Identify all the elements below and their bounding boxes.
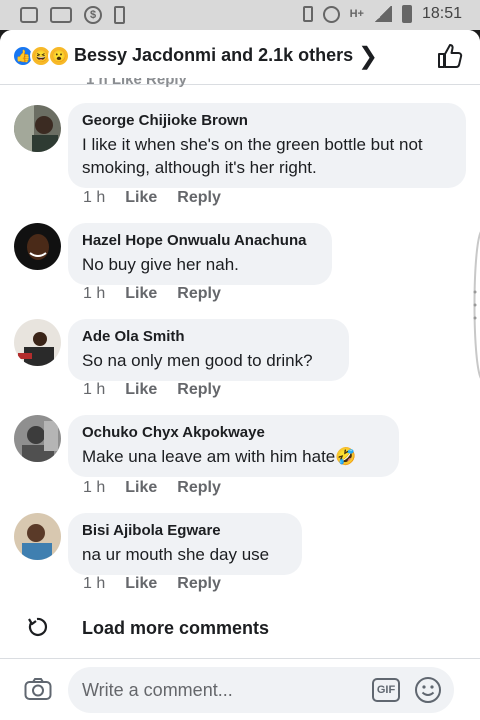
comment-bubble[interactable]: Ade Ola Smith So na only men good to dri…: [68, 319, 349, 381]
like-button[interactable]: Like: [125, 189, 157, 207]
comment-text: So na only men good to drink?: [82, 351, 313, 370]
comment-bubble[interactable]: Bisi Ajibola Egware na ur mouth she day …: [68, 513, 302, 575]
partial-comment-actions: 1 h Like Reply: [86, 78, 187, 88]
comment-composer: GIF: [0, 658, 480, 720]
status-bar: $ H+ 18:51: [0, 0, 480, 30]
comment-author[interactable]: Bisi Ajibola Egware: [82, 522, 288, 539]
avatar[interactable]: [14, 223, 61, 270]
comment-text: I like it when she's on the green bottle…: [82, 135, 423, 177]
comment-bubble[interactable]: Hazel Hope Onwualu Anachuna No buy give …: [68, 223, 332, 285]
edge-panel-handle[interactable]: [470, 230, 480, 380]
avatar[interactable]: [14, 105, 61, 152]
reactions-summary[interactable]: Bessy Jacdonmi and 2.1k others: [74, 45, 353, 66]
comment-text: na ur mouth she day use: [82, 545, 270, 564]
battery-icon: [401, 5, 412, 23]
reply-button[interactable]: Reply: [177, 189, 221, 207]
comment-author[interactable]: Ade Ola Smith: [82, 328, 335, 345]
comment-actions: 1 h Like Reply: [83, 381, 221, 399]
comments-sheet: 👍 😆 😮 Bessy Jacdonmi and 2.1k others ❯ 1…: [0, 30, 480, 720]
reactions-header[interactable]: 👍 😆 😮 Bessy Jacdonmi and 2.1k others ❯: [0, 30, 480, 85]
comment-time: 1 h: [83, 189, 106, 206]
signal-icon: [373, 6, 392, 22]
like-button[interactable]: Like: [125, 479, 157, 497]
load-more-label[interactable]: Load more comments: [82, 618, 269, 639]
network-type: H+: [349, 8, 364, 20]
avatar[interactable]: [14, 415, 61, 462]
comment-text: No buy give her nah.: [82, 255, 239, 274]
wow-icon: 😮: [48, 45, 70, 67]
comment-actions: 1 h Like Reply: [83, 189, 221, 207]
comment-author[interactable]: Hazel Hope Onwualu Anachuna: [82, 232, 318, 249]
comment-time: 1 h: [83, 285, 106, 302]
chevron-right-icon[interactable]: ❯: [358, 42, 378, 71]
comment-author[interactable]: George Chijioke Brown: [82, 112, 452, 129]
comment-input[interactable]: [82, 677, 362, 703]
alarm-icon: [322, 5, 340, 23]
reaction-icons: 👍 😆 😮: [12, 45, 70, 67]
refresh-icon: [28, 617, 48, 636]
like-button[interactable]: Like: [125, 381, 157, 399]
avatar[interactable]: [14, 513, 61, 560]
like-button[interactable]: Like: [125, 575, 157, 593]
reply-button[interactable]: Reply: [177, 285, 221, 303]
image-icon: [20, 7, 38, 23]
avatar[interactable]: [14, 319, 61, 366]
data-saver-icon: $: [84, 6, 102, 24]
comment-time: 1 h: [83, 479, 106, 496]
camera-icon[interactable]: [24, 677, 52, 701]
load-more-comments-button[interactable]: Load more comments: [0, 610, 480, 650]
phone-icon: [114, 6, 125, 24]
comment-text: Make una leave am with him hate🤣: [82, 447, 357, 466]
gif-button[interactable]: GIF: [372, 678, 400, 702]
reply-button[interactable]: Reply: [177, 381, 221, 399]
comment-input-box[interactable]: GIF: [68, 667, 454, 713]
comment-bubble[interactable]: Ochuko Chyx Akpokwaye Make una leave am …: [68, 415, 399, 477]
reply-button[interactable]: Reply: [177, 479, 221, 497]
thumbs-up-icon[interactable]: [436, 42, 464, 70]
comment-actions: 1 h Like Reply: [83, 285, 221, 303]
gallery-icon: [50, 7, 72, 23]
comment-time: 1 h: [83, 575, 106, 592]
comment-bubble[interactable]: George Chijioke Brown I like it when she…: [68, 103, 466, 188]
like-button[interactable]: Like: [125, 285, 157, 303]
reply-button[interactable]: Reply: [177, 575, 221, 593]
comment-actions: 1 h Like Reply: [83, 479, 221, 497]
comment-time: 1 h: [83, 381, 106, 398]
vibrate-icon: [302, 6, 313, 22]
smiley-icon[interactable]: [414, 676, 442, 704]
comment-actions: 1 h Like Reply: [83, 575, 221, 593]
comment-author[interactable]: Ochuko Chyx Akpokwaye: [82, 424, 385, 441]
clock: 18:51: [421, 5, 462, 22]
